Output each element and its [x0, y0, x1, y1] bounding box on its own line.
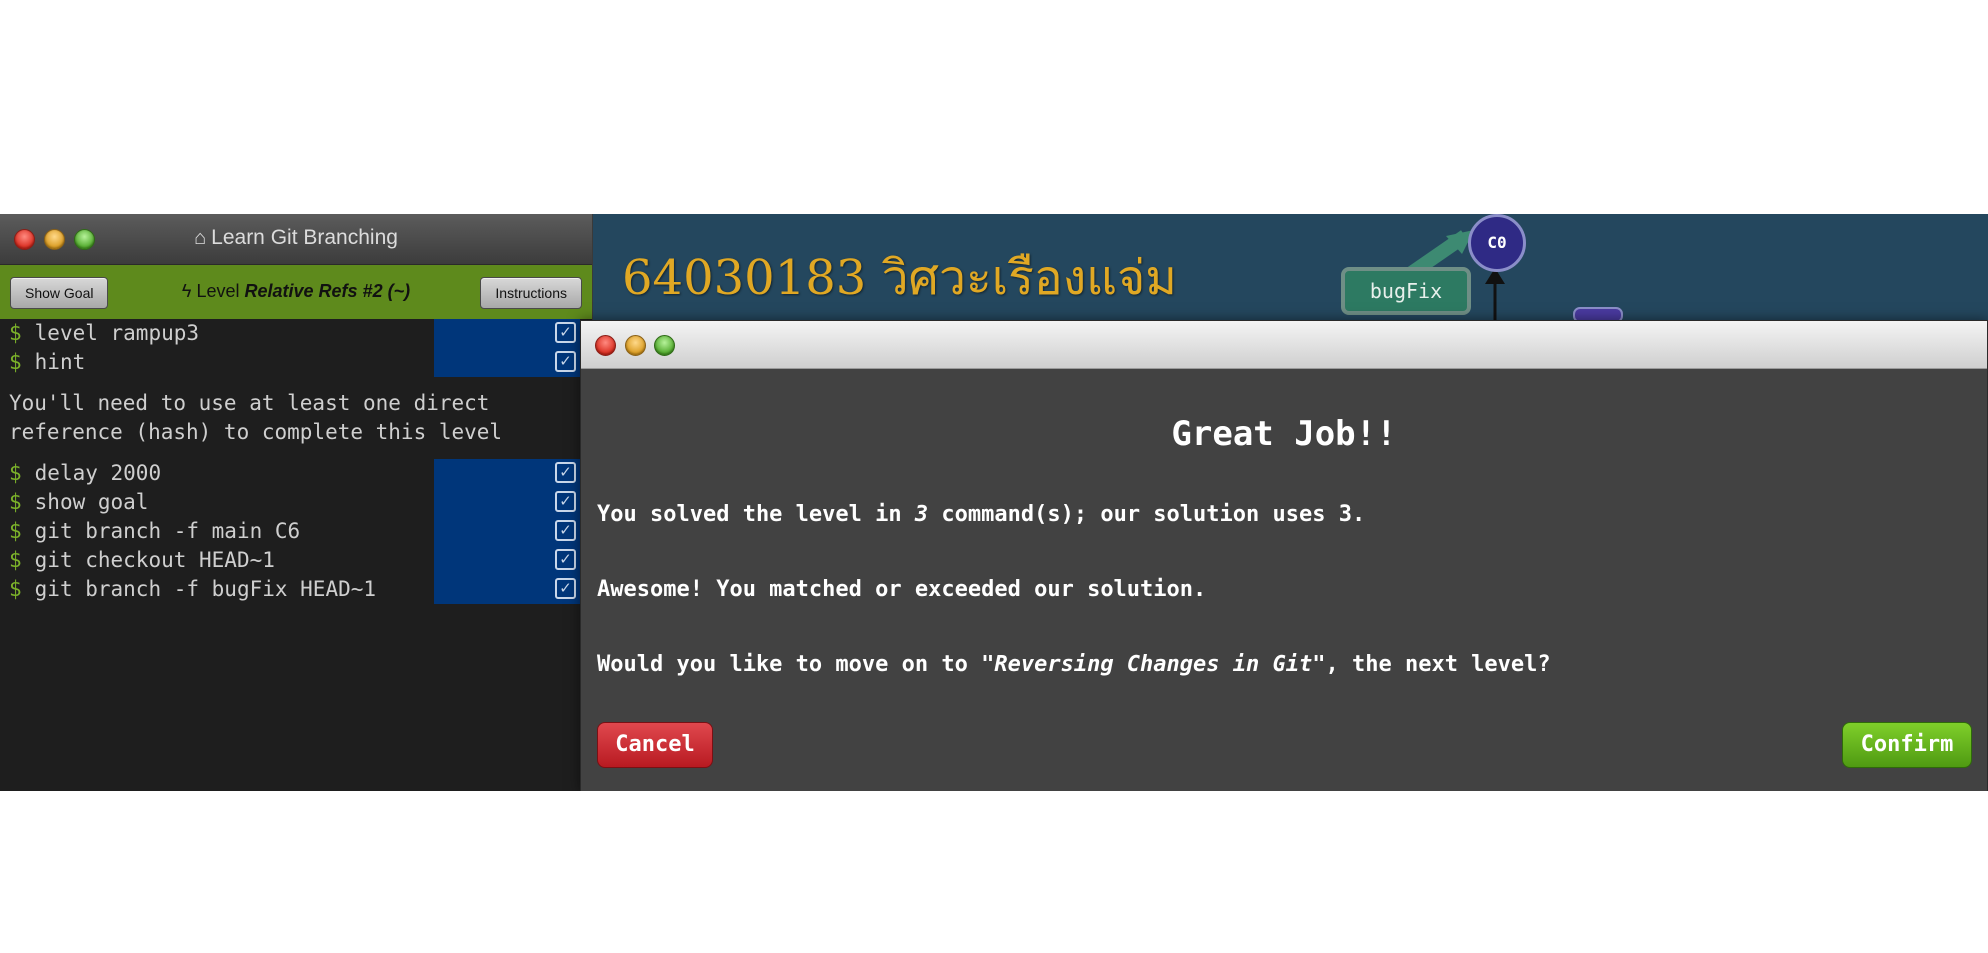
command-done-bar: ✓ [434, 348, 580, 377]
terminal-title-text: Learn Git Branching [211, 226, 398, 249]
command-done-bar: ✓ [434, 546, 580, 575]
checkbox-icon: ✓ [555, 578, 576, 599]
next-text-before: Would you like to move on to [597, 652, 982, 677]
prompt-symbol: $ [9, 490, 22, 514]
command-text: hint [34, 350, 86, 374]
solved-text-after: command(s); our solution uses 3. [928, 502, 1366, 527]
level-complete-dialog: Great Job!! You solved the level in 3 co… [580, 320, 1988, 791]
confirm-button[interactable]: Confirm [1842, 722, 1972, 768]
command-text: git branch -f bugFix HEAD~1 [34, 577, 377, 601]
minimize-dialog-icon[interactable] [625, 335, 646, 356]
awesome-message: Awesome! You matched or exceeded our sol… [597, 577, 1207, 602]
command-line: $ git branch -f bugFix HEAD~1 ✓ [0, 575, 580, 604]
solved-text-before: You solved the level in [597, 502, 915, 527]
dialog-heading: Great Job!! [1171, 414, 1397, 454]
command-line: $ git checkout HEAD~1 ✓ [0, 546, 580, 575]
next-level-name: "Reversing Changes in Git" [981, 652, 1326, 677]
next-text-after: , the next level? [1325, 652, 1551, 677]
command-done-bar: ✓ [434, 319, 580, 348]
instructions-button[interactable]: Instructions [480, 277, 582, 309]
command-line: $ level rampup3 ✓ [0, 319, 580, 348]
prompt-symbol: $ [9, 350, 22, 374]
command-line: $ hint ✓ [0, 348, 580, 377]
solved-count: 3 [914, 502, 929, 527]
prompt-symbol: $ [9, 519, 22, 543]
checkbox-icon: ✓ [555, 351, 576, 372]
cancel-button[interactable]: Cancel [597, 722, 713, 768]
command-text: level rampup3 [34, 321, 200, 345]
next-level-message: Would you like to move on to "Reversing … [597, 652, 1551, 677]
command-done-bar: ✓ [434, 517, 580, 546]
commit-node-c0[interactable]: C0 [1468, 214, 1526, 272]
solved-message: You solved the level in 3 command(s); ou… [597, 502, 1365, 527]
viz-title: 64030183 วิศวะเรืองแจ่ม [622, 250, 1177, 306]
terminal-title: ⌂ Learn Git Branching [0, 226, 592, 250]
prompt-symbol: $ [9, 321, 22, 345]
level-name: Relative Refs #2 (~) [244, 281, 411, 301]
prompt-symbol: $ [9, 461, 22, 485]
level-prefix: Level [196, 281, 240, 301]
checkbox-icon: ✓ [555, 520, 576, 541]
terminal-window: ⌂ Learn Git Branching Show Goal ϟ Level R… [0, 214, 593, 791]
checkbox-icon: ✓ [555, 491, 576, 512]
command-text: git checkout HEAD~1 [34, 548, 275, 572]
command-line: $ git branch -f main C6 ✓ [0, 517, 580, 546]
maximize-dialog-icon[interactable] [654, 335, 675, 356]
dialog-titlebar [581, 321, 1987, 369]
home-icon: ⌂ [194, 227, 207, 249]
command-text: git branch -f main C6 [34, 519, 301, 543]
checkbox-icon: ✓ [555, 549, 576, 570]
command-text: show goal [34, 490, 149, 514]
command-line: $ show goal ✓ [0, 488, 580, 517]
checkbox-icon: ✓ [555, 462, 576, 483]
prompt-symbol: $ [9, 548, 22, 572]
command-text: delay 2000 [34, 461, 162, 485]
command-done-bar: ✓ [434, 488, 580, 517]
terminal-body[interactable]: $ level rampup3 ✓ $ hint ✓ You'll need to … [0, 319, 592, 791]
terminal-titlebar: ⌂ Learn Git Branching [0, 214, 592, 265]
branch-label-bugfix[interactable]: bugFix [1341, 267, 1471, 315]
lightning-icon: ϟ [181, 281, 192, 301]
terminal-toolbar: Show Goal ϟ Level Relative Refs #2 (~) I… [0, 265, 592, 319]
checkbox-icon: ✓ [555, 322, 576, 343]
command-done-bar: ✓ [434, 459, 580, 488]
close-dialog-icon[interactable] [595, 335, 616, 356]
prompt-symbol: $ [9, 577, 22, 601]
command-done-bar: ✓ [434, 575, 580, 604]
command-line: $ delay 2000 ✓ [0, 459, 580, 488]
app-area: 64030183 วิศวะเรืองแจ่ม C0 bugFix ⌂ Learn… [0, 214, 1988, 791]
hint-text: You'll need to use at least one direct r… [9, 391, 503, 444]
